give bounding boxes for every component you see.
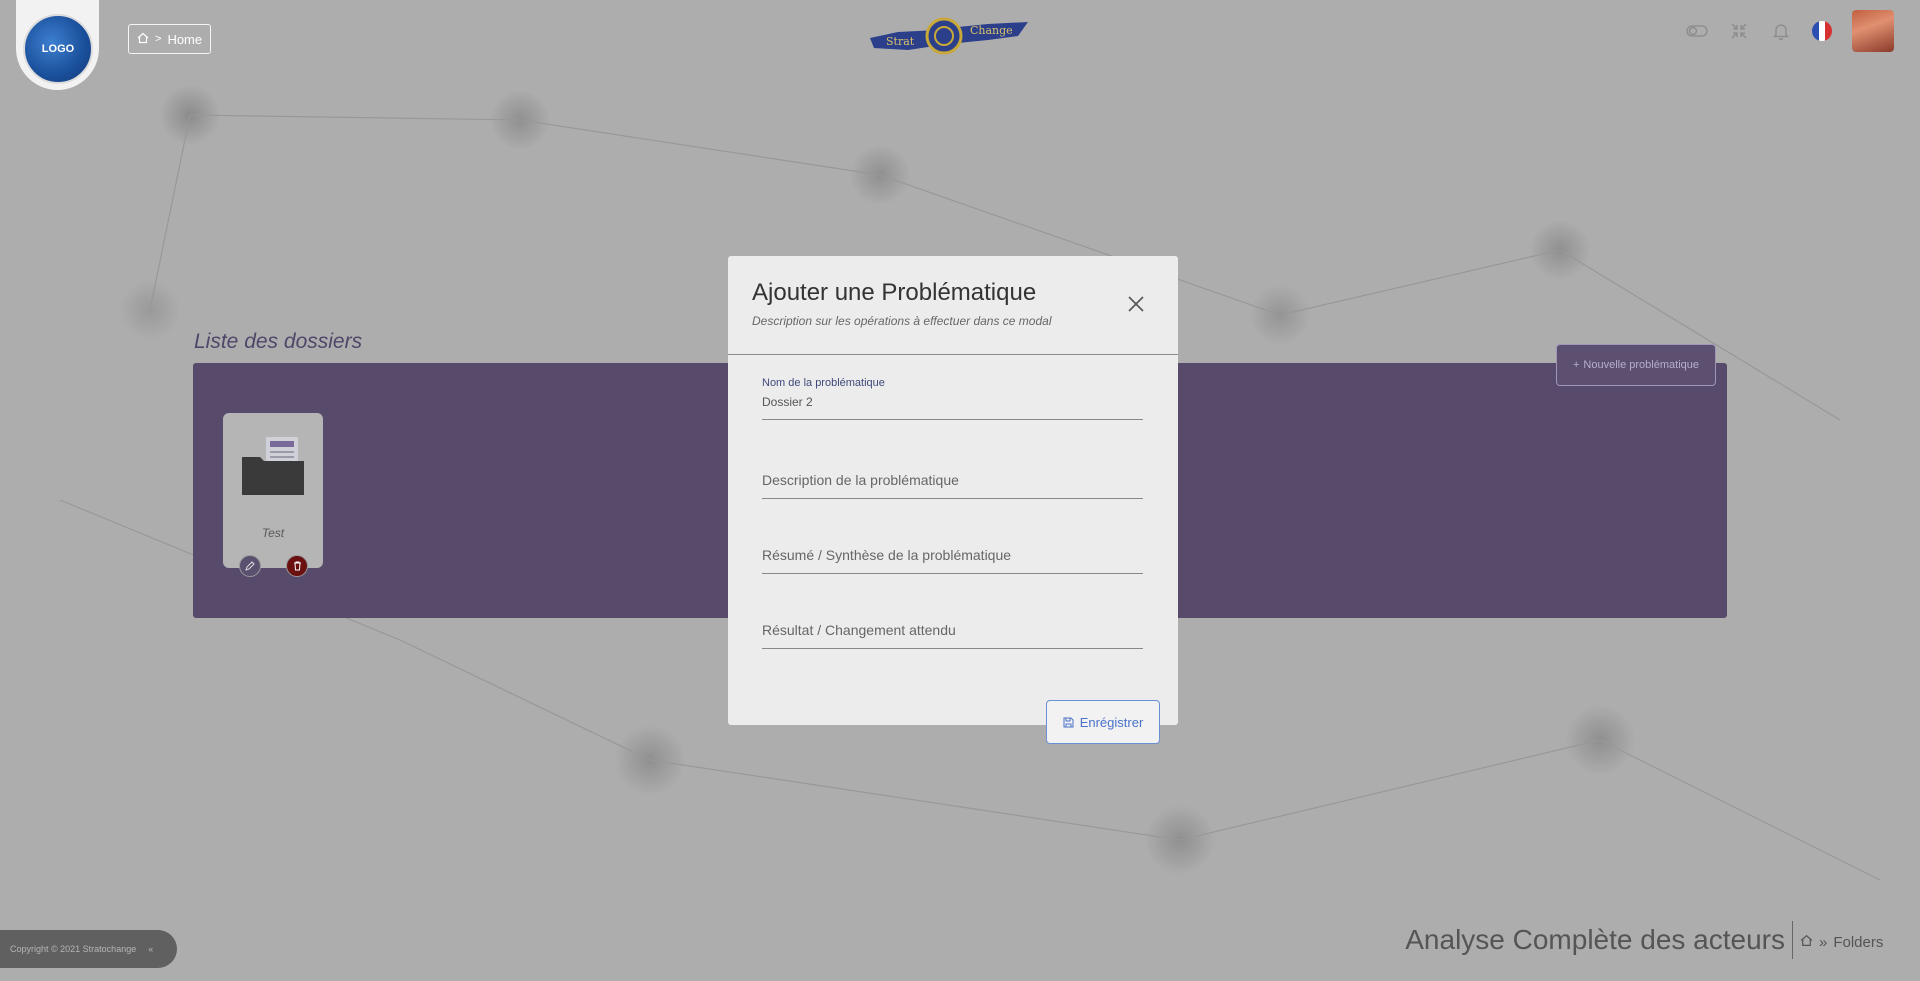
breadcrumb-separator-icon: > — [155, 33, 162, 45]
edit-icon — [245, 561, 255, 571]
home-icon — [137, 32, 149, 47]
logo-text: LOGO — [41, 43, 75, 55]
bell-icon[interactable] — [1770, 20, 1792, 42]
save-button[interactable]: Enrégistrer — [1046, 700, 1160, 744]
trash-icon — [293, 561, 301, 571]
brand-word-change: Change — [970, 24, 1013, 37]
problem-description-input[interactable]: Description de la problématique — [762, 472, 1143, 488]
user-avatar[interactable] — [1852, 10, 1894, 52]
expected-result-input[interactable]: Résultat / Changement attendu — [762, 622, 1143, 638]
brand-logo[interactable]: Strat Change — [868, 14, 1030, 56]
footer-divider — [1792, 921, 1793, 959]
field-underline — [762, 498, 1143, 499]
save-label: Enrégistrer — [1079, 714, 1144, 730]
problem-summary-input[interactable]: Résumé / Synthèse de la problématique — [762, 547, 1143, 563]
field-underline — [762, 648, 1143, 649]
modal-divider — [728, 354, 1178, 355]
brand-word-strat: Strat — [886, 35, 915, 48]
logo[interactable]: LOGO — [23, 14, 93, 84]
problem-name-label: Nom de la problématique — [762, 377, 885, 389]
breadcrumb-folders[interactable]: Folders — [1833, 934, 1883, 951]
new-problem-label: Nouvelle problématique — [1583, 359, 1699, 371]
folder-card[interactable]: Test — [223, 413, 323, 577]
top-icons — [1686, 10, 1894, 52]
modal-subtitle: Description sur les opérations à effectu… — [752, 314, 1052, 328]
collapse-icon[interactable]: « — [148, 944, 153, 954]
problem-name-field[interactable]: Nom de la problématique Dossier 2 — [762, 377, 1143, 420]
home-icon[interactable] — [1800, 934, 1813, 951]
modal-title: Ajouter une Problématique — [752, 279, 1037, 306]
problem-name-input[interactable]: Dossier 2 — [762, 395, 1143, 409]
copyright-bar: Copyright © 2021 Stratochange « — [0, 930, 177, 968]
folder-list-title: Liste des dossiers — [194, 330, 363, 353]
delete-folder-button[interactable] — [286, 555, 308, 577]
toggle-icon[interactable] — [1686, 20, 1708, 42]
add-problem-modal: Ajouter une Problématique Description su… — [728, 256, 1178, 744]
field-underline — [762, 573, 1143, 574]
field-underline — [762, 419, 1143, 420]
folder-icon — [240, 435, 306, 497]
folder-name: Test — [261, 526, 285, 540]
breadcrumb-home-label: Home — [167, 31, 203, 47]
expected-result-field[interactable]: Résultat / Changement attendu — [762, 622, 1143, 649]
compress-icon[interactable] — [1728, 20, 1750, 42]
problem-description-field[interactable]: Description de la problématique — [762, 472, 1143, 499]
edit-folder-button[interactable] — [239, 555, 261, 577]
footer-breadcrumb[interactable]: » Folders — [1800, 934, 1883, 951]
breadcrumb-separator-icon: » — [1819, 934, 1828, 951]
breadcrumb[interactable]: > Home — [128, 24, 212, 54]
plus-icon: + — [1572, 359, 1580, 371]
problem-summary-field[interactable]: Résumé / Synthèse de la problématique — [762, 547, 1143, 574]
save-icon — [1063, 717, 1074, 727]
copyright-text: Copyright © 2021 Stratochange — [10, 944, 137, 954]
page-heading: Analyse Complète des acteurs — [1405, 924, 1785, 955]
close-icon[interactable] — [1124, 292, 1148, 316]
new-problem-button[interactable]: + Nouvelle problématique — [1556, 344, 1716, 386]
france-flag-icon[interactable] — [1812, 21, 1832, 41]
